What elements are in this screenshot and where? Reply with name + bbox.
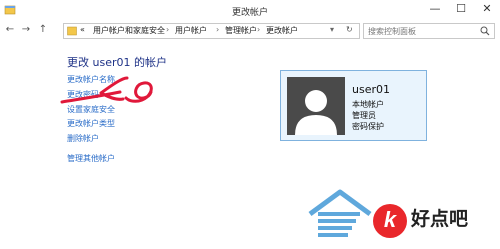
watermark-text: 好点吧 [411, 208, 469, 230]
watermark-logo-icon [308, 189, 372, 237]
watermark-badge-icon: k [373, 204, 407, 238]
